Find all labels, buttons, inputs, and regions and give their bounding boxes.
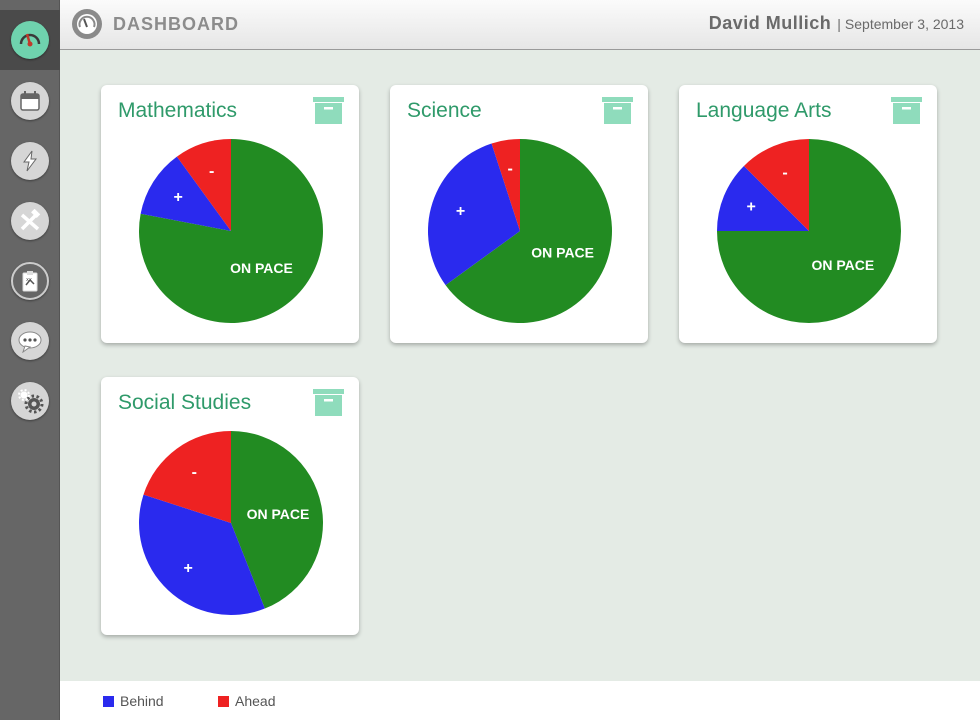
dashboard-gauge-icon bbox=[72, 9, 102, 39]
page-title: DASHBOARD bbox=[113, 14, 239, 34]
legend-swatch-ahead bbox=[218, 695, 229, 707]
sidebar-item-messages[interactable] bbox=[0, 311, 60, 371]
lightning-icon bbox=[11, 142, 49, 180]
chat-icon bbox=[11, 322, 49, 360]
user-info: David Mullich | September 3, 2013 bbox=[709, 13, 964, 34]
subject-card-mathematics[interactable]: Mathematics ON PACE + - bbox=[101, 85, 359, 343]
pie-label-ahead: - bbox=[782, 165, 787, 182]
pie-label-behind: + bbox=[174, 189, 183, 206]
sidebar: xx bbox=[0, 0, 60, 720]
pie-chart[interactable]: ON PACE + - bbox=[427, 138, 613, 324]
pie-label-on-pace: ON PACE bbox=[531, 245, 594, 261]
pie-label-ahead: - bbox=[209, 163, 214, 180]
legend-label-ahead: Ahead bbox=[235, 693, 276, 709]
subject-card-social-studies[interactable]: Social Studies ON PACE + - bbox=[101, 377, 359, 635]
legend-swatch-behind bbox=[103, 695, 114, 707]
archive-icon[interactable] bbox=[891, 97, 922, 124]
pie-chart[interactable]: ON PACE + - bbox=[716, 138, 902, 324]
archive-icon[interactable] bbox=[313, 97, 344, 124]
pie-label-ahead: - bbox=[192, 464, 197, 481]
current-date: September 3, 2013 bbox=[844, 16, 964, 32]
pie-label-behind: + bbox=[456, 203, 465, 220]
card-title: Mathematics bbox=[118, 99, 238, 122]
subject-card-language-arts[interactable]: Language Arts ON PACE + - bbox=[679, 85, 937, 343]
header-bar: DASHBOARD David Mullich | September 3, 2… bbox=[60, 0, 980, 50]
pie-label-on-pace: ON PACE bbox=[247, 506, 310, 522]
pie-label-ahead: - bbox=[508, 161, 513, 178]
card-title: Language Arts bbox=[696, 99, 832, 122]
svg-text:xx: xx bbox=[26, 277, 32, 283]
subject-card-science[interactable]: Science ON PACE + - bbox=[390, 85, 648, 343]
sidebar-item-tools[interactable] bbox=[0, 191, 60, 251]
sidebar-item-dashboard[interactable] bbox=[0, 10, 60, 70]
sidebar-item-activity[interactable] bbox=[0, 131, 60, 191]
tools-icon bbox=[11, 202, 49, 240]
legend: Behind Ahead bbox=[60, 681, 980, 720]
sidebar-item-calendar[interactable] bbox=[0, 71, 60, 131]
sidebar-item-assignments[interactable]: xx bbox=[0, 251, 60, 311]
pie-label-on-pace: ON PACE bbox=[230, 260, 293, 276]
pie-label-behind: + bbox=[184, 560, 193, 577]
sidebar-item-settings[interactable] bbox=[0, 371, 60, 431]
archive-icon[interactable] bbox=[602, 97, 633, 124]
gauge-icon bbox=[11, 21, 49, 59]
clipboard-icon: xx bbox=[11, 262, 49, 300]
pie-chart[interactable]: ON PACE + - bbox=[138, 430, 324, 616]
archive-icon[interactable] bbox=[313, 389, 344, 416]
pie-chart[interactable]: ON PACE + - bbox=[138, 138, 324, 324]
legend-item-behind: Behind bbox=[103, 693, 164, 709]
gears-icon bbox=[11, 382, 49, 420]
header-separator: | bbox=[837, 16, 841, 32]
card-title: Science bbox=[407, 99, 482, 122]
legend-label-behind: Behind bbox=[120, 693, 164, 709]
legend-item-ahead: Ahead bbox=[218, 693, 275, 709]
pie-label-on-pace: ON PACE bbox=[811, 257, 874, 273]
calendar-icon bbox=[11, 82, 49, 120]
user-name: David Mullich bbox=[708, 13, 832, 33]
pie-label-behind: + bbox=[747, 199, 756, 216]
card-title: Social Studies bbox=[118, 391, 252, 414]
